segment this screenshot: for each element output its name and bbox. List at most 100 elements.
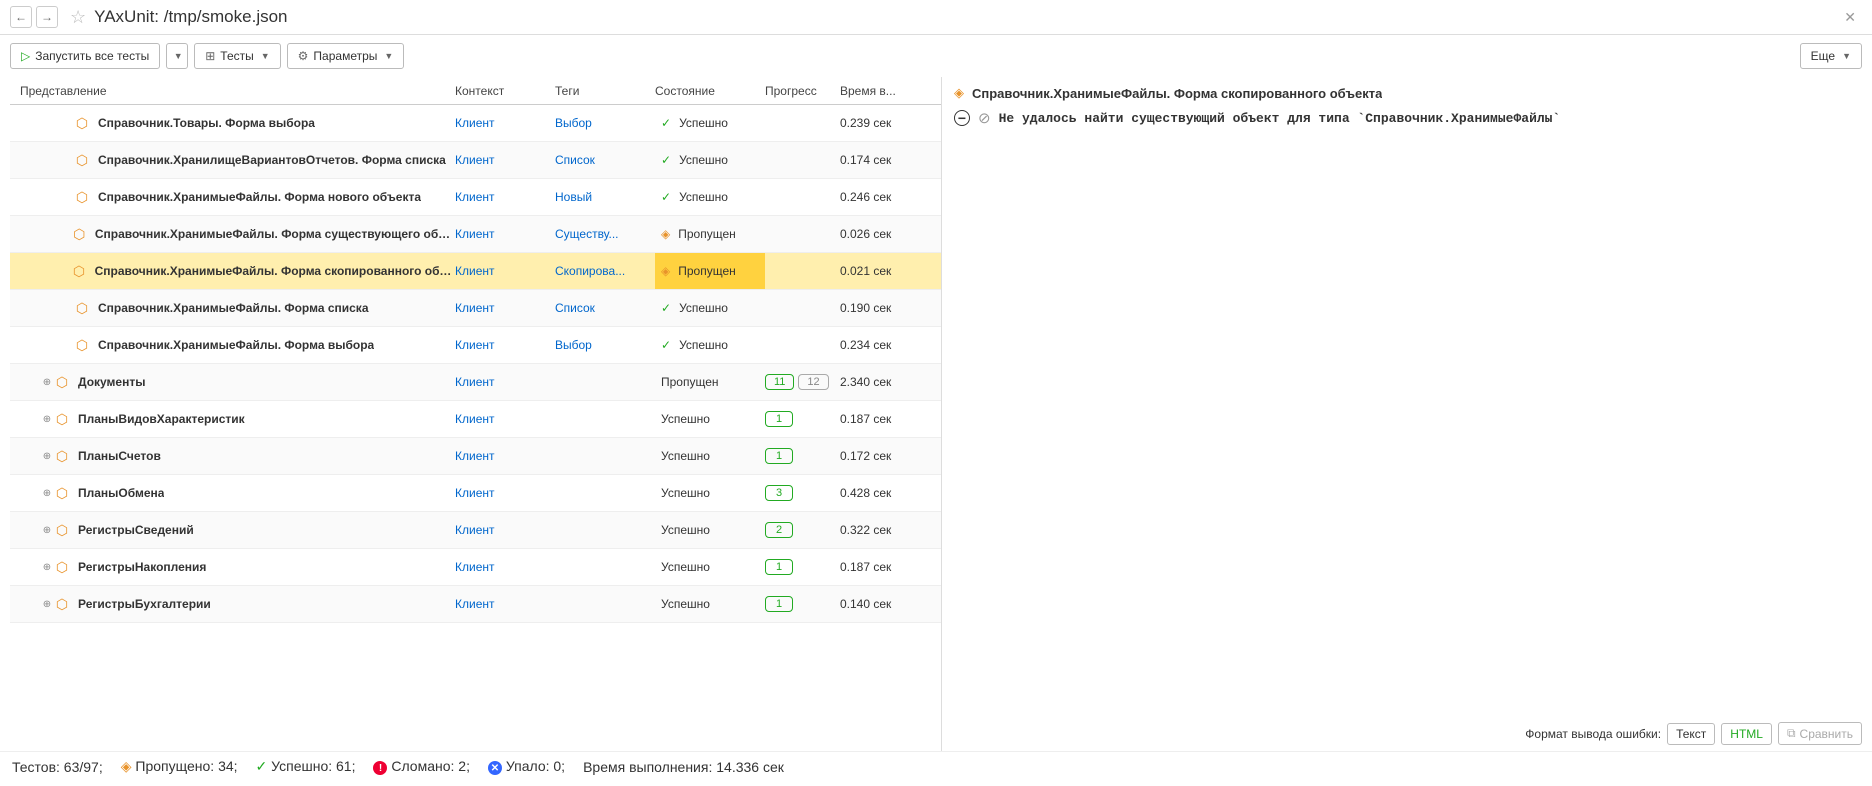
skipped-count: ◈ Пропущено: 34; <box>121 758 238 775</box>
cell-name: ⬡Справочник.ХранимыеФайлы. Форма нового … <box>20 189 455 206</box>
cell-time: 0.187 сек <box>840 560 941 574</box>
puzzle-icon: ⬡ <box>54 374 70 391</box>
cell-tag[interactable]: Новый <box>555 190 655 204</box>
cell-progress: 3 <box>765 485 840 501</box>
chevron-down-icon: ▼ <box>384 51 393 61</box>
col-tags[interactable]: Теги <box>555 84 655 98</box>
failed-count: ✕ Упало: 0; <box>488 758 565 776</box>
cell-time: 0.172 сек <box>840 449 941 463</box>
table-row[interactable]: ⊕⬡ДокументыКлиентПропущен11122.340 сек <box>10 364 941 401</box>
cell-state: ✓Успешно <box>655 301 765 315</box>
cell-context[interactable]: Клиент <box>455 523 555 537</box>
favorite-icon[interactable]: ☆ <box>70 7 86 28</box>
table-row[interactable]: ⊕⬡ПланыОбменаКлиентУспешно30.428 сек <box>10 475 941 512</box>
skip-icon: ◈ <box>121 758 132 774</box>
row-name: Справочник.ХранилищеВариантовОтчетов. Фо… <box>98 153 446 167</box>
puzzle-icon: ⬡ <box>54 411 70 428</box>
params-label: Параметры <box>313 49 377 63</box>
expand-icon[interactable]: ⊕ <box>40 562 54 573</box>
cell-state: ✓Успешно <box>655 153 765 167</box>
skip-icon: ◈ <box>954 85 964 101</box>
table-row[interactable]: ⬡Справочник.ХранимыеФайлы. Форма выбораК… <box>10 327 941 364</box>
cell-tag[interactable]: Выбор <box>555 338 655 352</box>
row-name: Справочник.ХранимыеФайлы. Форма выбора <box>98 338 374 352</box>
cell-tag[interactable]: Скопирова... <box>555 264 655 278</box>
col-name[interactable]: Представление <box>20 84 455 98</box>
col-context[interactable]: Контекст <box>455 84 555 98</box>
skip-icon: ◈ <box>661 264 670 278</box>
col-progress[interactable]: Прогресс <box>765 84 840 98</box>
puzzle-icon: ⬡ <box>54 559 70 576</box>
row-name: ПланыСчетов <box>78 449 161 463</box>
forward-button[interactable]: → <box>36 6 58 28</box>
format-html-button[interactable]: HTML <box>1721 723 1772 745</box>
cell-progress: 1 <box>765 448 840 464</box>
format-text-button[interactable]: Текст <box>1667 723 1715 745</box>
cell-context[interactable]: Клиент <box>455 190 555 204</box>
puzzle-icon: ⬡ <box>72 226 87 243</box>
run-dropdown-button[interactable]: ▼ <box>166 43 188 69</box>
cell-name: ⊕⬡РегистрыБухгалтерии <box>20 596 455 613</box>
detail-message: Не удалось найти существующий объект для… <box>999 111 1561 126</box>
badge-success: 1 <box>765 411 793 427</box>
expand-icon[interactable]: ⊕ <box>40 414 54 425</box>
col-time[interactable]: Время в... <box>840 84 941 98</box>
cell-context[interactable]: Клиент <box>455 375 555 389</box>
expand-icon[interactable]: ⊕ <box>40 599 54 610</box>
close-icon[interactable]: ✕ <box>1838 9 1862 26</box>
cell-context[interactable]: Клиент <box>455 338 555 352</box>
cell-state: ◈Пропущен <box>655 253 765 289</box>
cell-time: 0.174 сек <box>840 153 941 167</box>
cell-context[interactable]: Клиент <box>455 116 555 130</box>
grid-body[interactable]: ⬡Справочник.Товары. Форма выбораКлиентВы… <box>10 105 941 751</box>
collapse-icon[interactable]: − <box>954 110 970 126</box>
more-button[interactable]: Еще ▼ <box>1800 43 1862 69</box>
table-row[interactable]: ⬡Справочник.ХранимыеФайлы. Форма нового … <box>10 179 941 216</box>
table-row[interactable]: ⊕⬡ПланыСчетовКлиентУспешно10.172 сек <box>10 438 941 475</box>
tests-button[interactable]: ⊞ Тесты ▼ <box>194 43 280 69</box>
compare-icon: ⧉ <box>1787 726 1796 741</box>
table-row[interactable]: ⬡Справочник.Товары. Форма выбораКлиентВы… <box>10 105 941 142</box>
cell-tag[interactable]: Выбор <box>555 116 655 130</box>
cell-context[interactable]: Клиент <box>455 227 555 241</box>
cell-context[interactable]: Клиент <box>455 597 555 611</box>
table-row[interactable]: ⬡Справочник.ХранимыеФайлы. Форма существ… <box>10 216 941 253</box>
expand-icon[interactable]: ⊕ <box>40 488 54 499</box>
run-all-button[interactable]: ▷ Запустить все тесты <box>10 43 160 69</box>
cell-name: ⬡Справочник.ХранимыеФайлы. Форма скопиро… <box>20 263 455 280</box>
cell-tag[interactable]: Список <box>555 301 655 315</box>
run-all-label: Запустить все тесты <box>35 49 149 63</box>
puzzle-icon: ⬡ <box>74 152 90 169</box>
table-row[interactable]: ⊕⬡РегистрыСведенийКлиентУспешно20.322 се… <box>10 512 941 549</box>
expand-icon[interactable]: ⊕ <box>40 525 54 536</box>
cell-context[interactable]: Клиент <box>455 264 555 278</box>
cell-tag[interactable]: Список <box>555 153 655 167</box>
back-button[interactable]: ← <box>10 6 32 28</box>
cell-time: 0.021 сек <box>840 264 941 278</box>
table-row[interactable]: ⊕⬡РегистрыНакопленияКлиентУспешно10.187 … <box>10 549 941 586</box>
puzzle-icon: ⬡ <box>74 115 90 132</box>
cell-context[interactable]: Клиент <box>455 560 555 574</box>
cell-context[interactable]: Клиент <box>455 412 555 426</box>
table-row[interactable]: ⬡ Справочник.ХранилищеВариантовОтчетов. Ф… <box>10 142 941 179</box>
expand-icon[interactable]: ⊕ <box>40 451 54 462</box>
table-row[interactable]: ⬡Справочник.ХранимыеФайлы. Форма спискаК… <box>10 290 941 327</box>
table-row[interactable]: ⊕⬡ПланыВидовХарактеристикКлиентУспешно10… <box>10 401 941 438</box>
params-button[interactable]: ⚙ Параметры ▼ <box>287 43 405 69</box>
cell-state: Пропущен <box>655 375 765 389</box>
cell-context[interactable]: Клиент <box>455 449 555 463</box>
col-state[interactable]: Состояние <box>655 84 765 98</box>
compare-button[interactable]: ⧉ Сравнить <box>1778 722 1862 745</box>
table-row[interactable]: ⊕⬡РегистрыБухгалтерииКлиентУспешно10.140… <box>10 586 941 623</box>
gear-icon: ⚙ <box>298 49 309 63</box>
badge-success: 11 <box>765 374 794 390</box>
cell-tag[interactable]: Существу... <box>555 227 655 241</box>
detail-pane: ◈ Справочник.ХранимыеФайлы. Форма скопир… <box>942 77 1872 751</box>
expand-icon[interactable]: ⊕ <box>40 377 54 388</box>
puzzle-icon: ⬡ <box>54 448 70 465</box>
cell-context[interactable]: Клиент <box>455 486 555 500</box>
check-icon: ✓ <box>661 116 671 130</box>
cell-context[interactable]: Клиент <box>455 153 555 167</box>
table-row[interactable]: ⬡Справочник.ХранимыеФайлы. Форма скопиро… <box>10 253 941 290</box>
cell-context[interactable]: Клиент <box>455 301 555 315</box>
